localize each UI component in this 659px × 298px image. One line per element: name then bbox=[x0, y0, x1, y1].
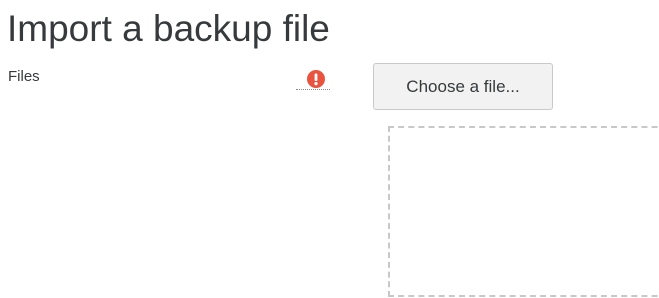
page-title: Import a backup file bbox=[7, 8, 330, 49]
files-label: Files bbox=[8, 68, 40, 85]
choose-file-button[interactable]: Choose a file... bbox=[373, 63, 553, 110]
file-drop-zone[interactable] bbox=[388, 126, 659, 297]
import-backup-page: Import a backup file Files Choose a file… bbox=[0, 0, 659, 298]
required-indicator bbox=[296, 70, 330, 90]
exclamation-circle-icon bbox=[307, 70, 325, 88]
